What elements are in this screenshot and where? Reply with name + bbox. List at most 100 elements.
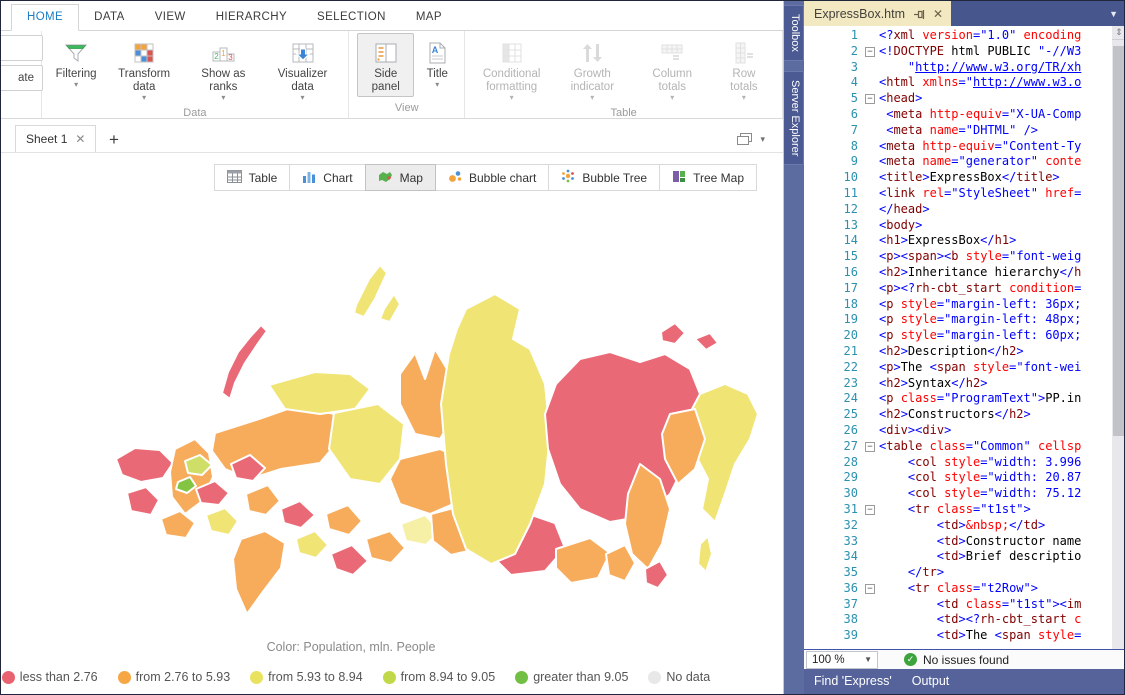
scrollbar-splitter-icon[interactable]: ⇕ [1112,26,1125,40]
map-region[interactable] [222,325,267,399]
code-line[interactable]: 38 <td><?rh-cbt_start c [804,612,1112,628]
code-line[interactable]: 24<p class="ProgramText">PP.in [804,391,1112,407]
code-line[interactable]: 12</head> [804,202,1112,218]
code-line[interactable]: 9<meta name="generator" conte [804,154,1112,170]
russia-map[interactable] [101,253,761,628]
code-line[interactable]: 4<html xmlns="http://www.w3.o [804,75,1112,91]
filtering-button[interactable]: Filtering▾ [50,33,103,92]
ribbon-tab-hierarchy[interactable]: HIERARCHY [201,5,302,30]
map-region[interactable] [206,508,238,535]
code-line[interactable]: 34 <td>Brief descriptio [804,549,1112,565]
code-line[interactable]: 1<?xml version="1.0" encoding [804,28,1112,44]
map-region[interactable] [296,531,328,558]
bottom-tab-output[interactable]: Output [912,669,950,694]
fold-toggle-icon[interactable]: − [865,505,875,515]
fold-toggle-icon[interactable]: − [865,94,875,104]
add-sheet-button[interactable]: + [109,130,119,150]
view-button-bubble-chart[interactable]: Bubble chart [435,164,549,191]
fold-toggle-icon[interactable]: − [865,584,875,594]
show-as-ranks-button[interactable]: 213Show as ranks▾ [186,33,261,105]
code-line[interactable]: 22<p>The <span style="font-wei [804,360,1112,376]
code-line[interactable]: 5−<head> [804,91,1112,107]
view-button-bubble-tree[interactable]: Bubble Tree [548,164,660,191]
bottom-tab-find-express-[interactable]: Find 'Express' [814,669,892,694]
map-region[interactable] [233,531,285,614]
view-button-map[interactable]: Map [365,164,436,191]
fold-toggle-icon[interactable]: − [865,47,875,57]
code-line[interactable]: 39 <td>The <span style= [804,628,1112,644]
ribbon-tab-data[interactable]: DATA [79,5,140,30]
code-line[interactable]: 10<title>ExpressBox</title> [804,170,1112,186]
map-region[interactable] [127,487,159,515]
code-line[interactable]: 18<p style="margin-left: 36px; [804,297,1112,313]
code-line[interactable]: 35 </tr> [804,565,1112,581]
scrollbar-thumb[interactable] [1113,46,1125,436]
close-tab-icon[interactable]: ✕ [933,8,943,20]
code-line[interactable]: 19<p style="margin-left: 48px; [804,312,1112,328]
editor-scrollbar[interactable]: ⇕ [1112,26,1125,649]
map-region[interactable] [116,448,173,482]
side-tab-toolbox[interactable]: Toolbox [784,5,804,61]
pin-icon[interactable] [913,8,925,20]
code-line[interactable]: 36− <tr class="t2Row"> [804,581,1112,597]
code-line[interactable]: 21<h2>Description</h2> [804,344,1112,360]
sheet-tab[interactable]: Sheet 1 ✕ [15,125,96,152]
code-line[interactable]: 13<body> [804,218,1112,234]
partial-button-top[interactable] [0,35,43,61]
code-line[interactable]: 37 <td class="t1st"><im [804,597,1112,613]
code-line[interactable]: 32 <td>&nbsp;</td> [804,518,1112,534]
map-region[interactable] [698,536,712,572]
visualizer-data-button[interactable]: Visualizer data▾ [265,33,340,105]
map-region[interactable] [281,501,315,528]
code-line[interactable]: 27−<table class="Common" cellsp [804,439,1112,455]
cascade-windows-icon[interactable] [737,133,752,146]
code-line[interactable]: 23<h2>Syntax</h2> [804,376,1112,392]
ribbon-tab-home[interactable]: HOME [11,4,79,31]
map-region[interactable] [212,405,340,479]
view-button-table[interactable]: Table [214,164,291,191]
code-line[interactable]: 33 <td>Constructor name [804,534,1112,550]
ribbon-tab-view[interactable]: VIEW [140,5,201,30]
code-line[interactable]: 16<h2>Inheritance hierarchy</h [804,265,1112,281]
map-region[interactable] [695,333,718,350]
map-region[interactable] [246,485,280,515]
code-line[interactable]: 17<p><?rh-cbt_start condition= [804,281,1112,297]
map-region[interactable] [661,323,685,344]
map-region[interactable] [161,511,195,538]
chevron-down-icon[interactable]: ▾ [760,134,765,145]
code-line[interactable]: 14<h1>ExpressBox</h1> [804,233,1112,249]
side-panel-button[interactable]: Side panel [357,33,414,97]
ribbon-tab-map[interactable]: MAP [401,5,457,30]
close-sheet-icon[interactable]: ✕ [75,132,85,146]
document-tab[interactable]: ExpressBox.htm ✕ [804,1,951,26]
code-line[interactable]: 29 <col style="width: 20.87 [804,470,1112,486]
map-region[interactable] [366,531,405,563]
map-region[interactable] [331,545,368,575]
code-line[interactable]: 7 <meta name="DHTML" /> [804,123,1112,139]
map-region[interactable] [380,294,400,322]
code-editor[interactable]: 1<?xml version="1.0" encoding2−<!DOCTYPE… [804,26,1125,649]
code-line[interactable]: 3 "http://www.w3.org/TR/xh [804,60,1112,76]
transform-data-button[interactable]: Transform data▾ [107,33,182,105]
code-line[interactable]: 30 <col style="width: 75.12 [804,486,1112,502]
view-button-tree-map[interactable]: Tree Map [659,164,757,191]
map-region[interactable] [354,265,387,317]
ribbon-tab-selection[interactable]: SELECTION [302,5,401,30]
editor-zoom-select[interactable]: 100 % ▼ [806,651,878,669]
code-line[interactable]: 8<meta http-equiv="Content-Ty [804,139,1112,155]
map-region[interactable] [326,505,362,535]
code-line[interactable]: 2−<!DOCTYPE html PUBLIC "-//W3 [804,44,1112,60]
code-line[interactable]: 15<p><span><b style="font-weig [804,249,1112,265]
code-line[interactable]: 11<link rel="StyleSheet" href= [804,186,1112,202]
side-tab-server-explorer[interactable]: Server Explorer [784,71,804,165]
code-line[interactable]: 20<p style="margin-left: 60px; [804,328,1112,344]
partial-button-bottom[interactable]: ate [0,65,43,91]
map-region[interactable] [269,372,370,414]
code-line[interactable]: 28 <col style="width: 3.996 [804,455,1112,471]
fold-toggle-icon[interactable]: − [865,442,875,452]
view-button-chart[interactable]: Chart [289,164,365,191]
title-button[interactable]: ATitle▾ [418,33,456,92]
code-line[interactable]: 25<h2>Constructors</h2> [804,407,1112,423]
code-line[interactable]: 26<div><div> [804,423,1112,439]
code-line[interactable]: 6 <meta http-equiv="X-UA-Comp [804,107,1112,123]
